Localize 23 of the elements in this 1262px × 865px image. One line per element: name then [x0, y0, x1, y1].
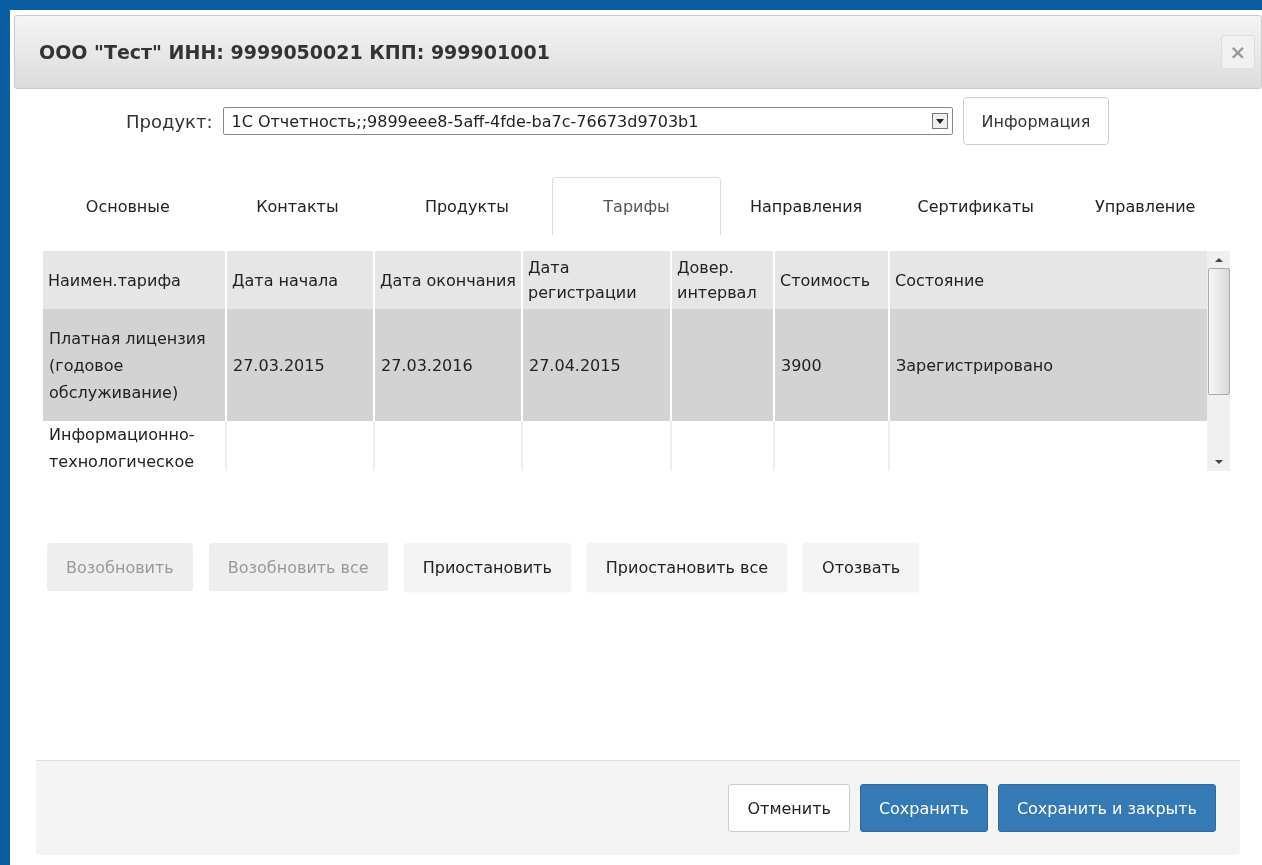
product-select[interactable]: 1С Отчетность;;9899eee8-5aff-4fde-ba7c-76673d9703b1: [222, 107, 953, 135]
table-row[interactable]: Платная лицензия (годовое обслуживание) 27.03.2015 27.03.2016 27.04.2015 3900 Зарегистрировано: [43, 309, 1207, 421]
action-button[interactable]: Отозвать: [803, 543, 920, 591]
tab[interactable]: Тарифы: [551, 177, 722, 235]
cancel-button[interactable]: Отменить: [728, 784, 850, 832]
scrollbar[interactable]: [1207, 251, 1230, 471]
table-cell-text: 3900: [781, 354, 822, 377]
table-cell-text: Платная лицензия (годовое обслуживание): [49, 327, 207, 404]
save-button[interactable]: Сохранить: [859, 784, 988, 832]
product-label: Продукт:: [126, 110, 213, 132]
table-cell-text: 27.04.2015: [529, 354, 621, 377]
column-header: Состояние: [894, 269, 986, 292]
action-button[interactable]: Приостановить: [403, 543, 571, 591]
scrollbar-thumb[interactable]: [1207, 267, 1230, 395]
dialog-title: ООО "Тест" ИНН: 9999050021 КПП: 999901001: [39, 41, 550, 63]
table-cell-text: 27.03.2016: [381, 354, 473, 377]
save-button[interactable]: Сохранить и закрыть: [997, 784, 1216, 832]
action-button[interactable]: Приостановить все: [586, 543, 788, 591]
info-button[interactable]: Информация: [962, 97, 1110, 145]
table-cell-text: Зарегистрировано: [896, 354, 1053, 377]
table-row[interactable]: Информационно-технологическое: [43, 421, 1207, 471]
table-cell-text: Информационно-технологическое: [49, 424, 196, 471]
table-cell-text: 27.03.2015: [233, 354, 325, 377]
